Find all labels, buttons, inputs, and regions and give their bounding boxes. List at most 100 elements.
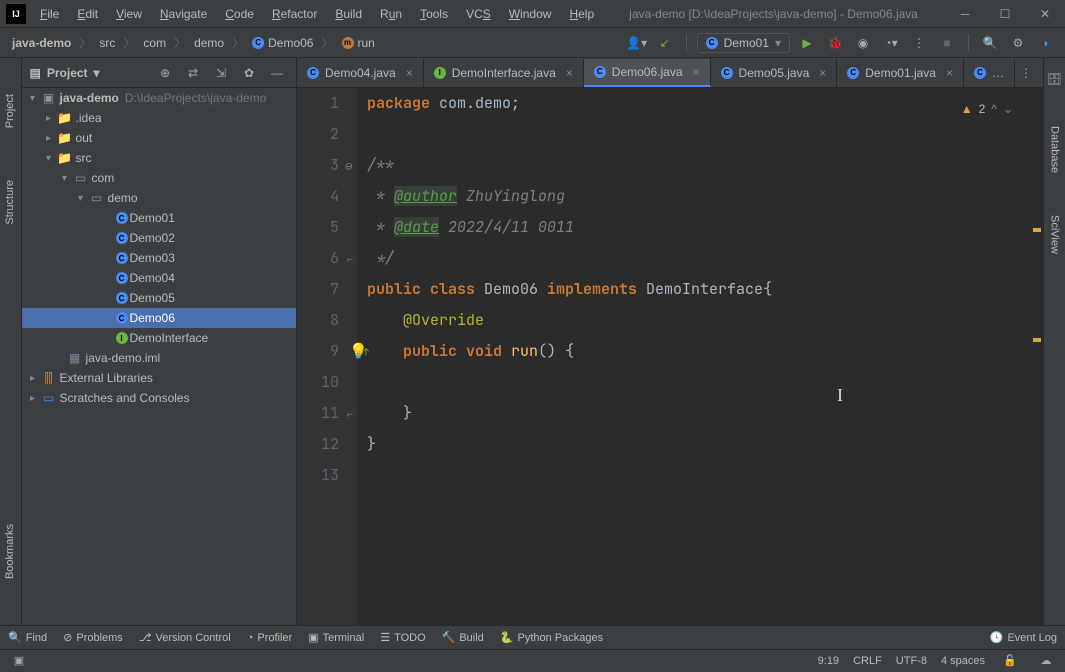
marker-strip[interactable] (1031, 88, 1043, 625)
menu-edit[interactable]: Edit (69, 3, 106, 25)
tree-class-demo06[interactable]: CDemo06 (22, 308, 296, 328)
tree-class-demo03[interactable]: CDemo03 (22, 248, 296, 268)
menu-navigate[interactable]: Navigate (152, 3, 215, 25)
tool-vcs[interactable]: ⎇ Version Control (139, 631, 231, 644)
profile-button[interactable]: ◔▾ (880, 32, 902, 54)
search-icon[interactable]: 🔍 (979, 32, 1001, 54)
right-tool-strip: 🗄 Database SciView (1043, 58, 1065, 625)
panel-title[interactable]: ▤ Project ▾ (30, 66, 148, 80)
tree-external[interactable]: ▸⫿⫿External Libraries (22, 368, 296, 388)
menu-build[interactable]: Build (327, 3, 370, 25)
editor-body[interactable]: 1 2 3⊖ 4 5 6⌐ 7 8 9 ●↑ 10 11⌐ 12 13 pack… (297, 88, 1043, 625)
indent[interactable]: 4 spaces (941, 655, 985, 667)
close-icon[interactable]: × (406, 66, 413, 80)
tool-problems[interactable]: ⊘ Problems (63, 631, 123, 644)
close-button[interactable]: ✕ (1025, 0, 1065, 28)
tab-demo06[interactable]: CDemo06.java× (584, 59, 711, 87)
side-database[interactable]: Database (1047, 120, 1063, 179)
menu-run[interactable]: Run (372, 3, 410, 25)
select-target-icon[interactable]: ⊕ (154, 62, 176, 84)
tabs-more-icon[interactable]: ⋮ (1015, 62, 1037, 84)
menu-file[interactable]: File (32, 3, 67, 25)
side-bookmarks[interactable]: Bookmarks (2, 518, 18, 585)
run-button[interactable]: ▶ (796, 32, 818, 54)
tool-windows-icon[interactable]: ▣ (8, 650, 30, 672)
tree-com[interactable]: ▾▭com (22, 168, 296, 188)
vcs-update-icon[interactable]: ↙ (654, 32, 676, 54)
tab-demointerface[interactable]: IDemoInterface.java× (424, 59, 584, 87)
tree-iface[interactable]: IDemoInterface (22, 328, 296, 348)
tab-demo01[interactable]: CDemo01.java× (837, 59, 964, 87)
crumb-src[interactable]: src (95, 34, 119, 52)
window-title: java-demo [D:\IdeaProjects\java-demo] - … (602, 7, 945, 21)
tree-class-demo02[interactable]: CDemo02 (22, 228, 296, 248)
menu-window[interactable]: Window (501, 3, 560, 25)
line-separator[interactable]: CRLF (853, 655, 882, 667)
class-icon: C (116, 252, 128, 264)
tool-profiler[interactable]: ◔ Profiler (247, 632, 293, 644)
tab-demo05[interactable]: CDemo05.java× (711, 59, 838, 87)
panel-hide-icon[interactable]: — (266, 62, 288, 84)
crumb-com[interactable]: com (139, 34, 170, 52)
settings-icon[interactable]: ⚙ (1007, 32, 1029, 54)
database-icon[interactable]: 🗄 (1044, 68, 1065, 90)
menu-tools[interactable]: Tools (412, 3, 456, 25)
tab-overflow[interactable]: C… (964, 59, 1015, 87)
menu-refactor[interactable]: Refactor (264, 3, 325, 25)
encoding[interactable]: UTF-8 (896, 655, 927, 667)
crumb-demo[interactable]: demo (190, 34, 228, 52)
tool-eventlog[interactable]: 🕓 Event Log (990, 631, 1057, 644)
panel-settings-icon[interactable]: ✿ (238, 62, 260, 84)
side-project[interactable]: Project (2, 88, 18, 134)
tree-iml[interactable]: ▦java-demo.iml (22, 348, 296, 368)
warning-icon: ▲ (961, 94, 973, 125)
tool-terminal[interactable]: ▣ Terminal (308, 631, 364, 644)
close-icon[interactable]: × (819, 66, 826, 80)
tool-todo[interactable]: ☰ TODO (380, 631, 425, 644)
user-icon[interactable]: 👤▾ (626, 32, 648, 54)
bottom-toolbar: 🔍 Find ⊘ Problems ⎇ Version Control ◔ Pr… (0, 625, 1065, 649)
maximize-button[interactable]: ☐ (985, 0, 1025, 28)
tree-demo[interactable]: ▾▭demo (22, 188, 296, 208)
menu-view[interactable]: View (108, 3, 150, 25)
debug-button[interactable]: 🐞 (824, 32, 846, 54)
menu-help[interactable]: Help (561, 3, 602, 25)
readonly-lock-icon[interactable]: 🔓 (999, 650, 1021, 672)
tree-idea[interactable]: ▸📁.idea (22, 108, 296, 128)
crumb-method[interactable]: mrun (338, 34, 379, 52)
side-sciview[interactable]: SciView (1047, 209, 1063, 260)
expand-icon[interactable]: ⇄ (182, 62, 204, 84)
minimize-button[interactable]: ─ (945, 0, 985, 28)
code-content[interactable]: package com.demo; /** * @author ZhuYingl… (357, 88, 1043, 625)
close-icon[interactable]: × (946, 66, 953, 80)
tree-class-demo04[interactable]: CDemo04 (22, 268, 296, 288)
menu-vcs[interactable]: VCS (458, 3, 499, 25)
collapse-icon[interactable]: ⇲ (210, 62, 232, 84)
stop-button[interactable]: ■ (936, 32, 958, 54)
main-area: Project Structure Bookmarks ▤ Project ▾ … (0, 58, 1065, 625)
close-icon[interactable]: × (566, 66, 573, 80)
tree-class-demo05[interactable]: CDemo05 (22, 288, 296, 308)
crumb-class[interactable]: CDemo06 (248, 34, 317, 52)
tab-demo04[interactable]: CDemo04.java× (297, 59, 424, 87)
run-config-selector[interactable]: C Demo01▾ (697, 33, 790, 53)
side-structure[interactable]: Structure (2, 174, 18, 231)
tree-root[interactable]: ▾▣java-demoD:\IdeaProjects\java-demo (22, 88, 296, 108)
attach-button[interactable]: ⋮ (908, 32, 930, 54)
editor-inspection[interactable]: ▲ 2 ^ ⌄ (961, 94, 1013, 125)
tool-build[interactable]: 🔨 Build (442, 631, 484, 644)
caret-position[interactable]: 9:19 (818, 655, 839, 667)
crumb-project[interactable]: java-demo (8, 34, 75, 52)
notifications-icon[interactable]: ☁ (1035, 650, 1057, 672)
menu-code[interactable]: Code (217, 3, 262, 25)
tool-python[interactable]: 🐍 Python Packages (500, 631, 603, 644)
tree-src[interactable]: ▾📁src (22, 148, 296, 168)
tool-find[interactable]: 🔍 Find (8, 631, 47, 644)
tree-scratches[interactable]: ▸▭Scratches and Consoles (22, 388, 296, 408)
plugin-icon[interactable]: ◗ (1035, 32, 1057, 54)
tree-class-demo01[interactable]: CDemo01 (22, 208, 296, 228)
line-gutter: 1 2 3⊖ 4 5 6⌐ 7 8 9 ●↑ 10 11⌐ 12 13 (297, 88, 357, 625)
coverage-button[interactable]: ◉ (852, 32, 874, 54)
close-icon[interactable]: × (693, 65, 700, 79)
tree-out[interactable]: ▸📁out (22, 128, 296, 148)
